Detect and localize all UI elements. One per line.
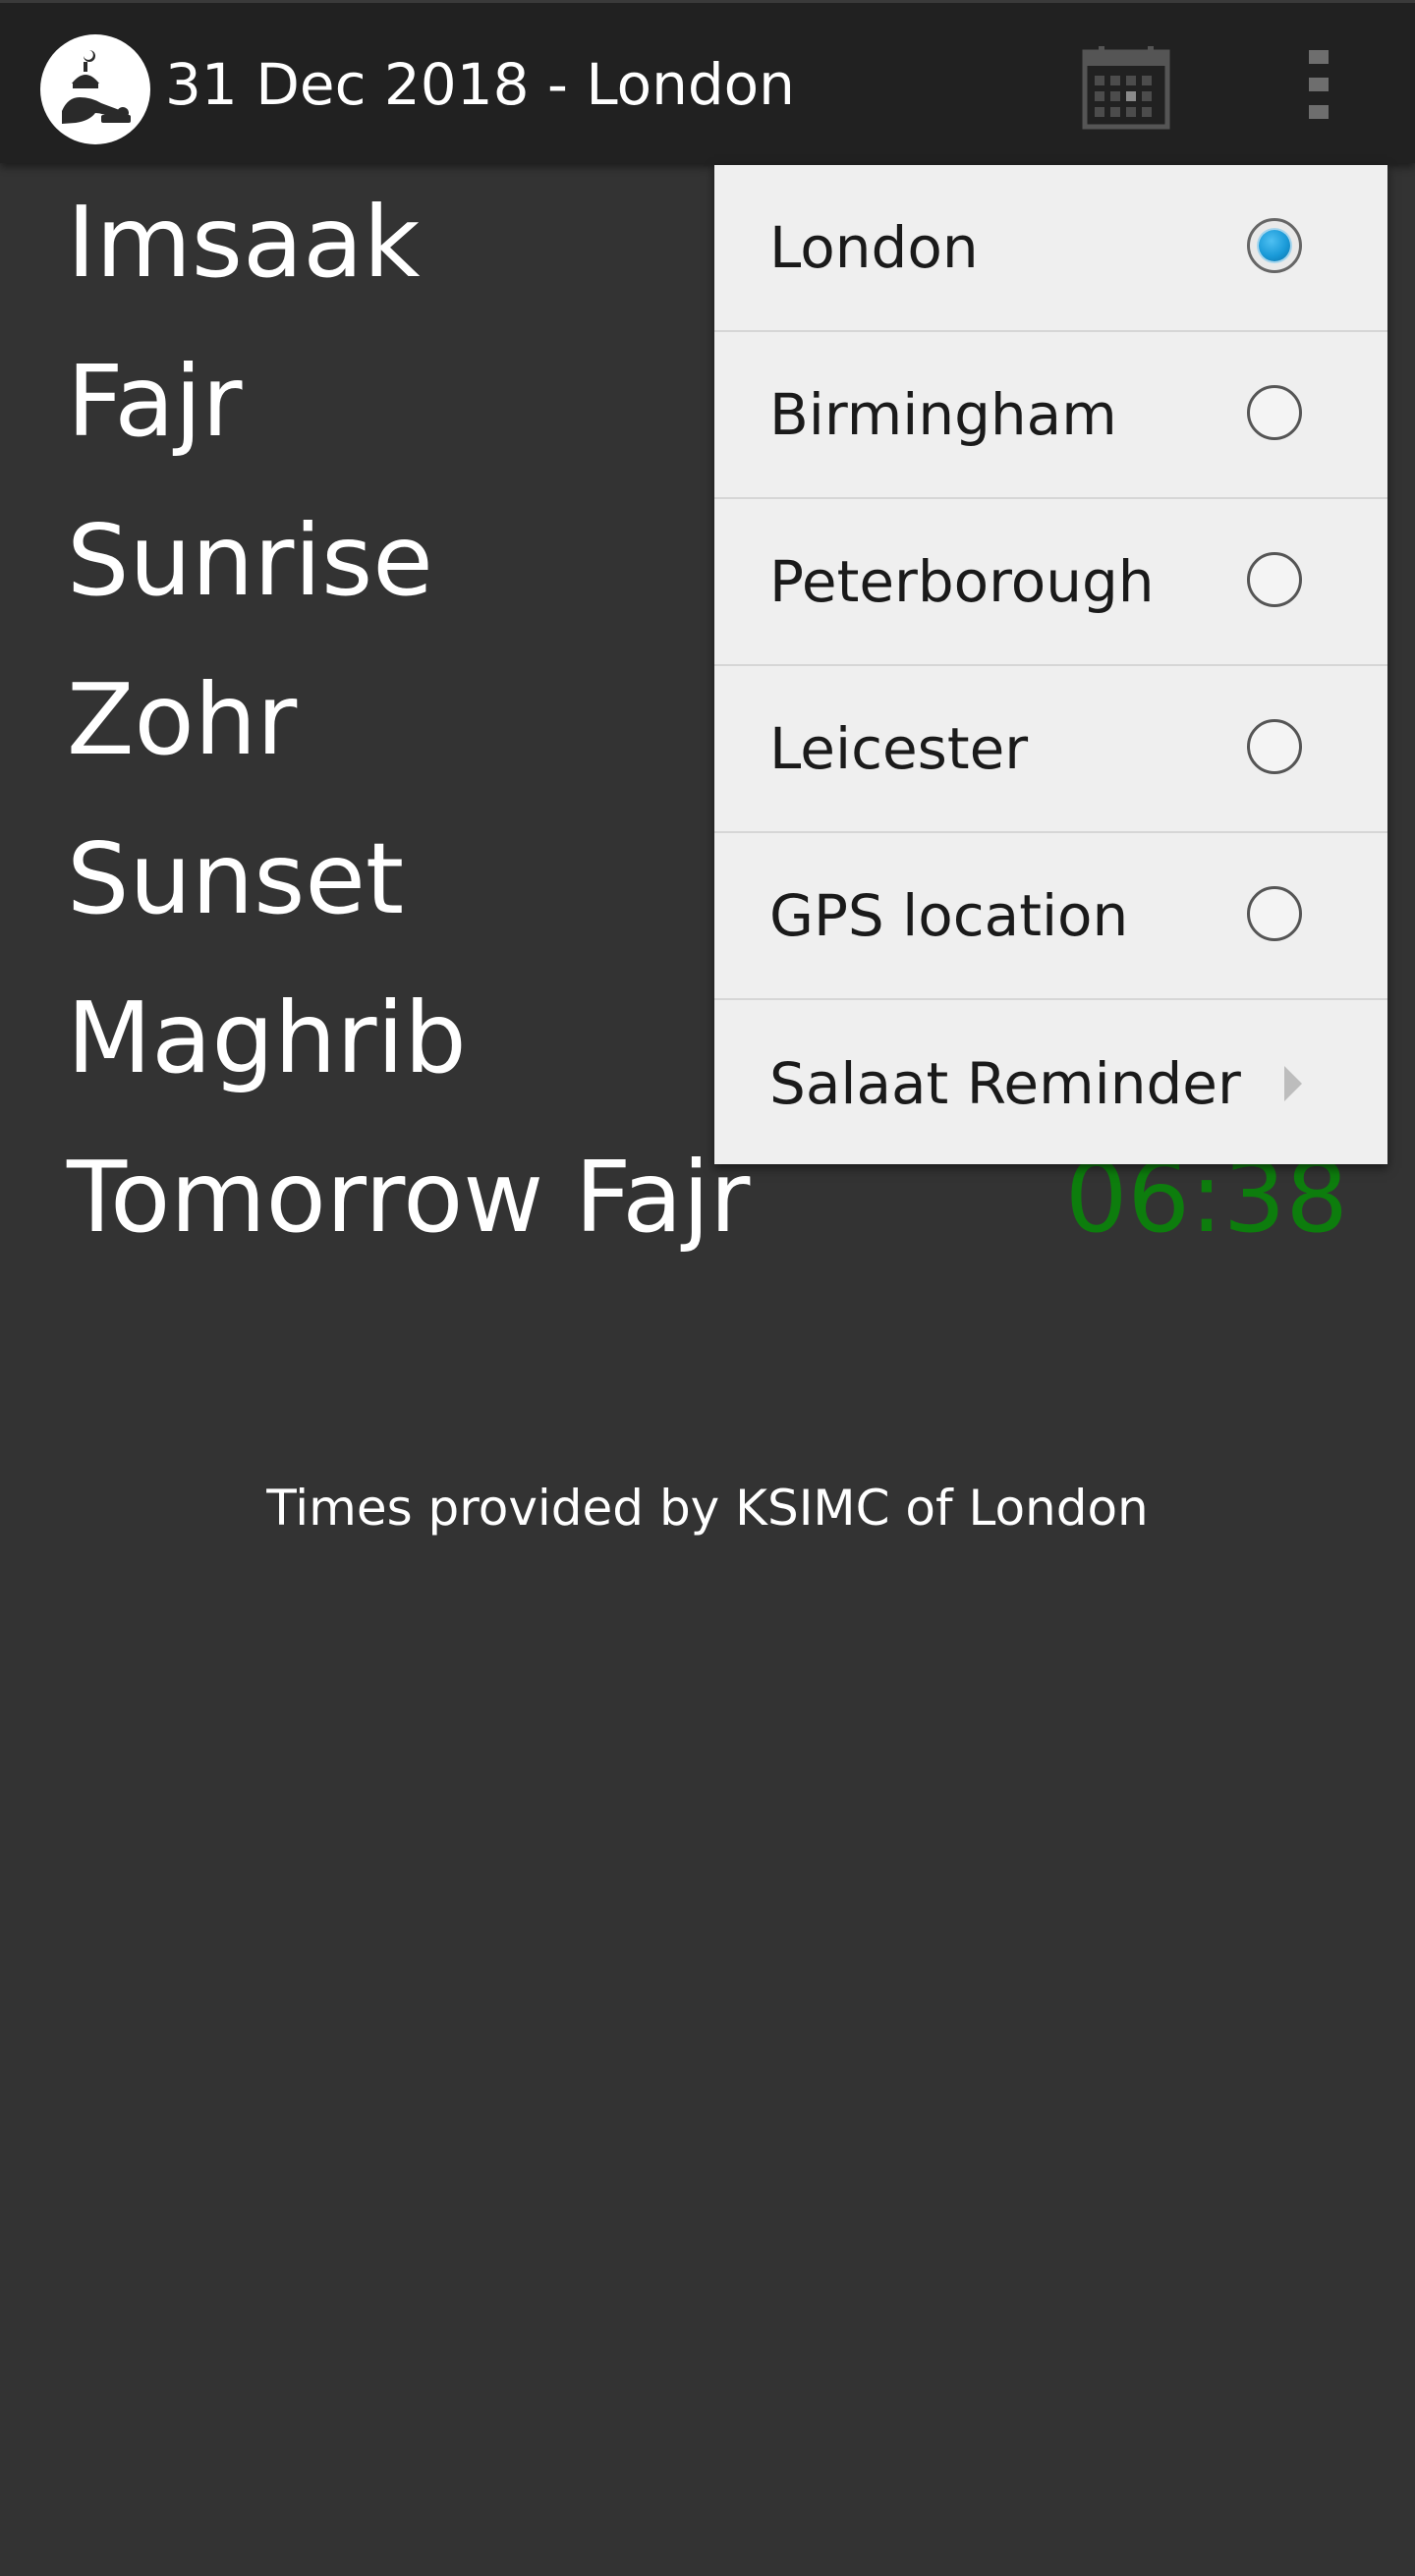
- menu-item-label: London: [769, 214, 979, 281]
- menu-item-gps-location[interactable]: GPS location: [714, 833, 1387, 1000]
- menu-item-label: GPS location: [769, 882, 1129, 949]
- overflow-menu-button[interactable]: [1287, 40, 1350, 131]
- times-source-note: Times provided by KSIMC of London: [266, 1480, 1149, 1537]
- calendar-button[interactable]: [1077, 42, 1175, 131]
- radio-selected-icon[interactable]: [1247, 218, 1302, 273]
- menu-item-leicester[interactable]: Leicester: [714, 666, 1387, 833]
- prayer-name: Sunrise: [67, 503, 433, 618]
- calendar-icon: [1082, 46, 1170, 130]
- prayer-name: Zohr: [67, 662, 298, 777]
- location-popup-menu: London Birmingham Peterborough Leicester…: [714, 165, 1387, 1164]
- prayer-name: Tomorrow Fajr: [67, 1140, 751, 1255]
- radio-unselected-icon[interactable]: [1247, 385, 1302, 440]
- menu-item-peterborough[interactable]: Peterborough: [714, 499, 1387, 666]
- radio-unselected-icon[interactable]: [1247, 886, 1302, 941]
- app-bar-title: 31 Dec 2018 - London: [165, 51, 795, 118]
- menu-item-birmingham[interactable]: Birmingham: [714, 332, 1387, 499]
- prayer-name: Fajr: [67, 344, 243, 459]
- prayer-name: Imsaak: [67, 185, 421, 300]
- menu-item-london[interactable]: London: [714, 165, 1387, 332]
- submenu-arrow-icon: [1284, 1066, 1302, 1101]
- prayer-name: Maghrib: [67, 980, 467, 1095]
- menu-item-label: Leicester: [769, 715, 1029, 782]
- radio-unselected-icon[interactable]: [1247, 719, 1302, 774]
- menu-item-salaat-reminder[interactable]: Salaat Reminder: [714, 1000, 1387, 1167]
- menu-item-label: Peterborough: [769, 548, 1155, 615]
- more-vertical-icon: [1309, 50, 1329, 119]
- action-bar: 31 Dec 2018 - London: [0, 0, 1415, 163]
- menu-item-label: Birmingham: [769, 381, 1117, 448]
- prayer-name: Sunset: [67, 821, 405, 936]
- menu-item-label: Salaat Reminder: [769, 1050, 1241, 1117]
- prostrating-worshipper-icon[interactable]: [40, 34, 150, 144]
- radio-unselected-icon[interactable]: [1247, 552, 1302, 607]
